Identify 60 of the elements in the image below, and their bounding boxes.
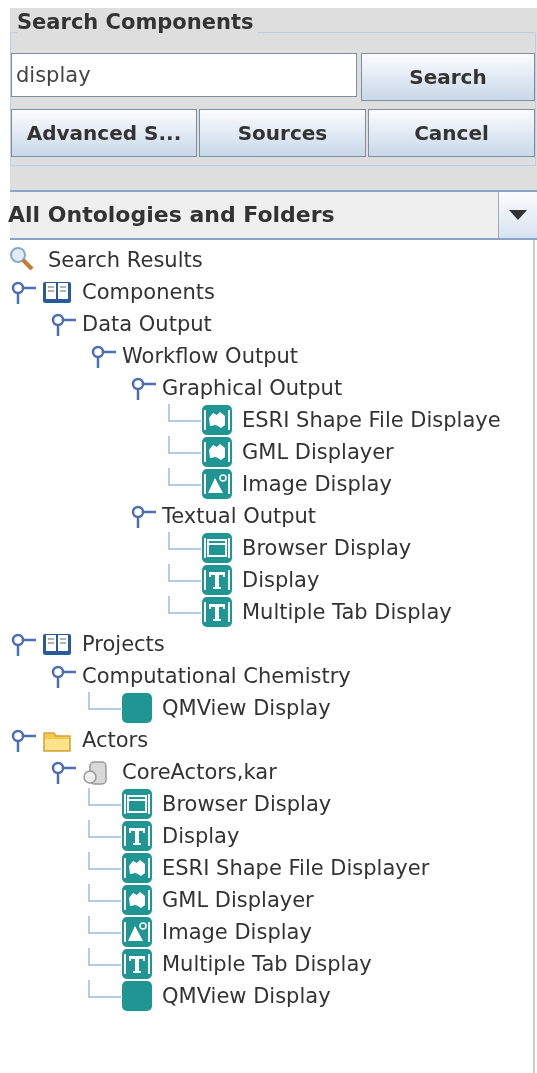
tree-connector-line xyxy=(88,692,121,710)
window-icon xyxy=(202,533,232,563)
action-button[interactable]: Sources xyxy=(199,109,366,157)
tree-item[interactable]: QMView Display xyxy=(162,984,331,1008)
tree-item[interactable]: Image Display xyxy=(242,472,392,496)
tree-item[interactable]: Actors xyxy=(82,728,149,752)
actor-icon xyxy=(122,693,152,723)
tree-connector-line xyxy=(88,852,121,870)
tree-item[interactable]: GML Displayer xyxy=(242,440,394,464)
tree-item[interactable]: QMView Display xyxy=(162,696,331,720)
actor-icon xyxy=(122,981,152,1011)
tree-item[interactable]: Projects xyxy=(82,632,165,656)
tree-connector-line xyxy=(88,948,121,966)
tree-item[interactable]: Graphical Output xyxy=(162,376,343,400)
tree-connector-line xyxy=(168,436,201,454)
tree-connector-line xyxy=(168,468,201,486)
tree-connector-line xyxy=(88,980,121,998)
tree-connector-line xyxy=(168,532,201,550)
map-icon xyxy=(202,405,232,435)
text-icon xyxy=(202,597,232,627)
text-icon xyxy=(122,821,152,851)
tree-connector-line xyxy=(88,820,121,838)
tree-item[interactable]: Textual Output xyxy=(162,504,317,528)
tree-item[interactable]: Search Results xyxy=(48,248,203,272)
tree-connector-line xyxy=(168,596,201,614)
tree-connector-line xyxy=(88,916,121,934)
mountain-icon xyxy=(122,917,152,947)
dropdown-arrow-icon xyxy=(509,210,527,220)
tree-item[interactable]: Workflow Output xyxy=(122,344,299,368)
tree-connector-line xyxy=(88,788,121,806)
tree-connector-line xyxy=(88,884,121,902)
tree-item[interactable]: Data Output xyxy=(82,312,212,336)
tree-item[interactable]: ESRI Shape File Displaye xyxy=(242,408,501,432)
tree-item[interactable]: ESRI Shape File Displayer xyxy=(162,856,430,880)
tree-item[interactable]: Multiple Tab Display xyxy=(242,600,452,624)
panel-title: Search Components xyxy=(17,10,258,34)
text-icon xyxy=(202,565,232,595)
map-icon xyxy=(202,437,232,467)
map-icon xyxy=(122,885,152,915)
tree-connector-line xyxy=(168,564,201,582)
window-icon xyxy=(122,789,152,819)
tree-item[interactable]: Display xyxy=(242,568,320,592)
tree-item[interactable]: Browser Display xyxy=(162,792,332,816)
tree-item[interactable]: CoreActors,kar xyxy=(122,760,277,784)
tree-item[interactable]: Computational Chemistry xyxy=(82,664,351,688)
tree-item[interactable]: Display xyxy=(162,824,240,848)
action-button[interactable]: Advanced S... xyxy=(11,109,197,157)
search-field[interactable]: display xyxy=(11,53,357,97)
tree-connector-line xyxy=(168,404,201,422)
tree-item[interactable]: Browser Display xyxy=(242,536,412,560)
action-button[interactable]: Cancel xyxy=(368,109,535,157)
mountain-icon xyxy=(202,469,232,499)
tree-item[interactable]: Components xyxy=(82,280,215,304)
search-button[interactable]: Search xyxy=(361,53,535,101)
text-icon xyxy=(122,949,152,979)
tree-item[interactable]: Multiple Tab Display xyxy=(162,952,372,976)
tree-item[interactable]: Image Display xyxy=(162,920,312,944)
map-icon xyxy=(122,853,152,883)
scope-dropdown[interactable]: All Ontologies and Folders xyxy=(10,190,537,240)
tree-item[interactable]: GML Displayer xyxy=(162,888,314,912)
